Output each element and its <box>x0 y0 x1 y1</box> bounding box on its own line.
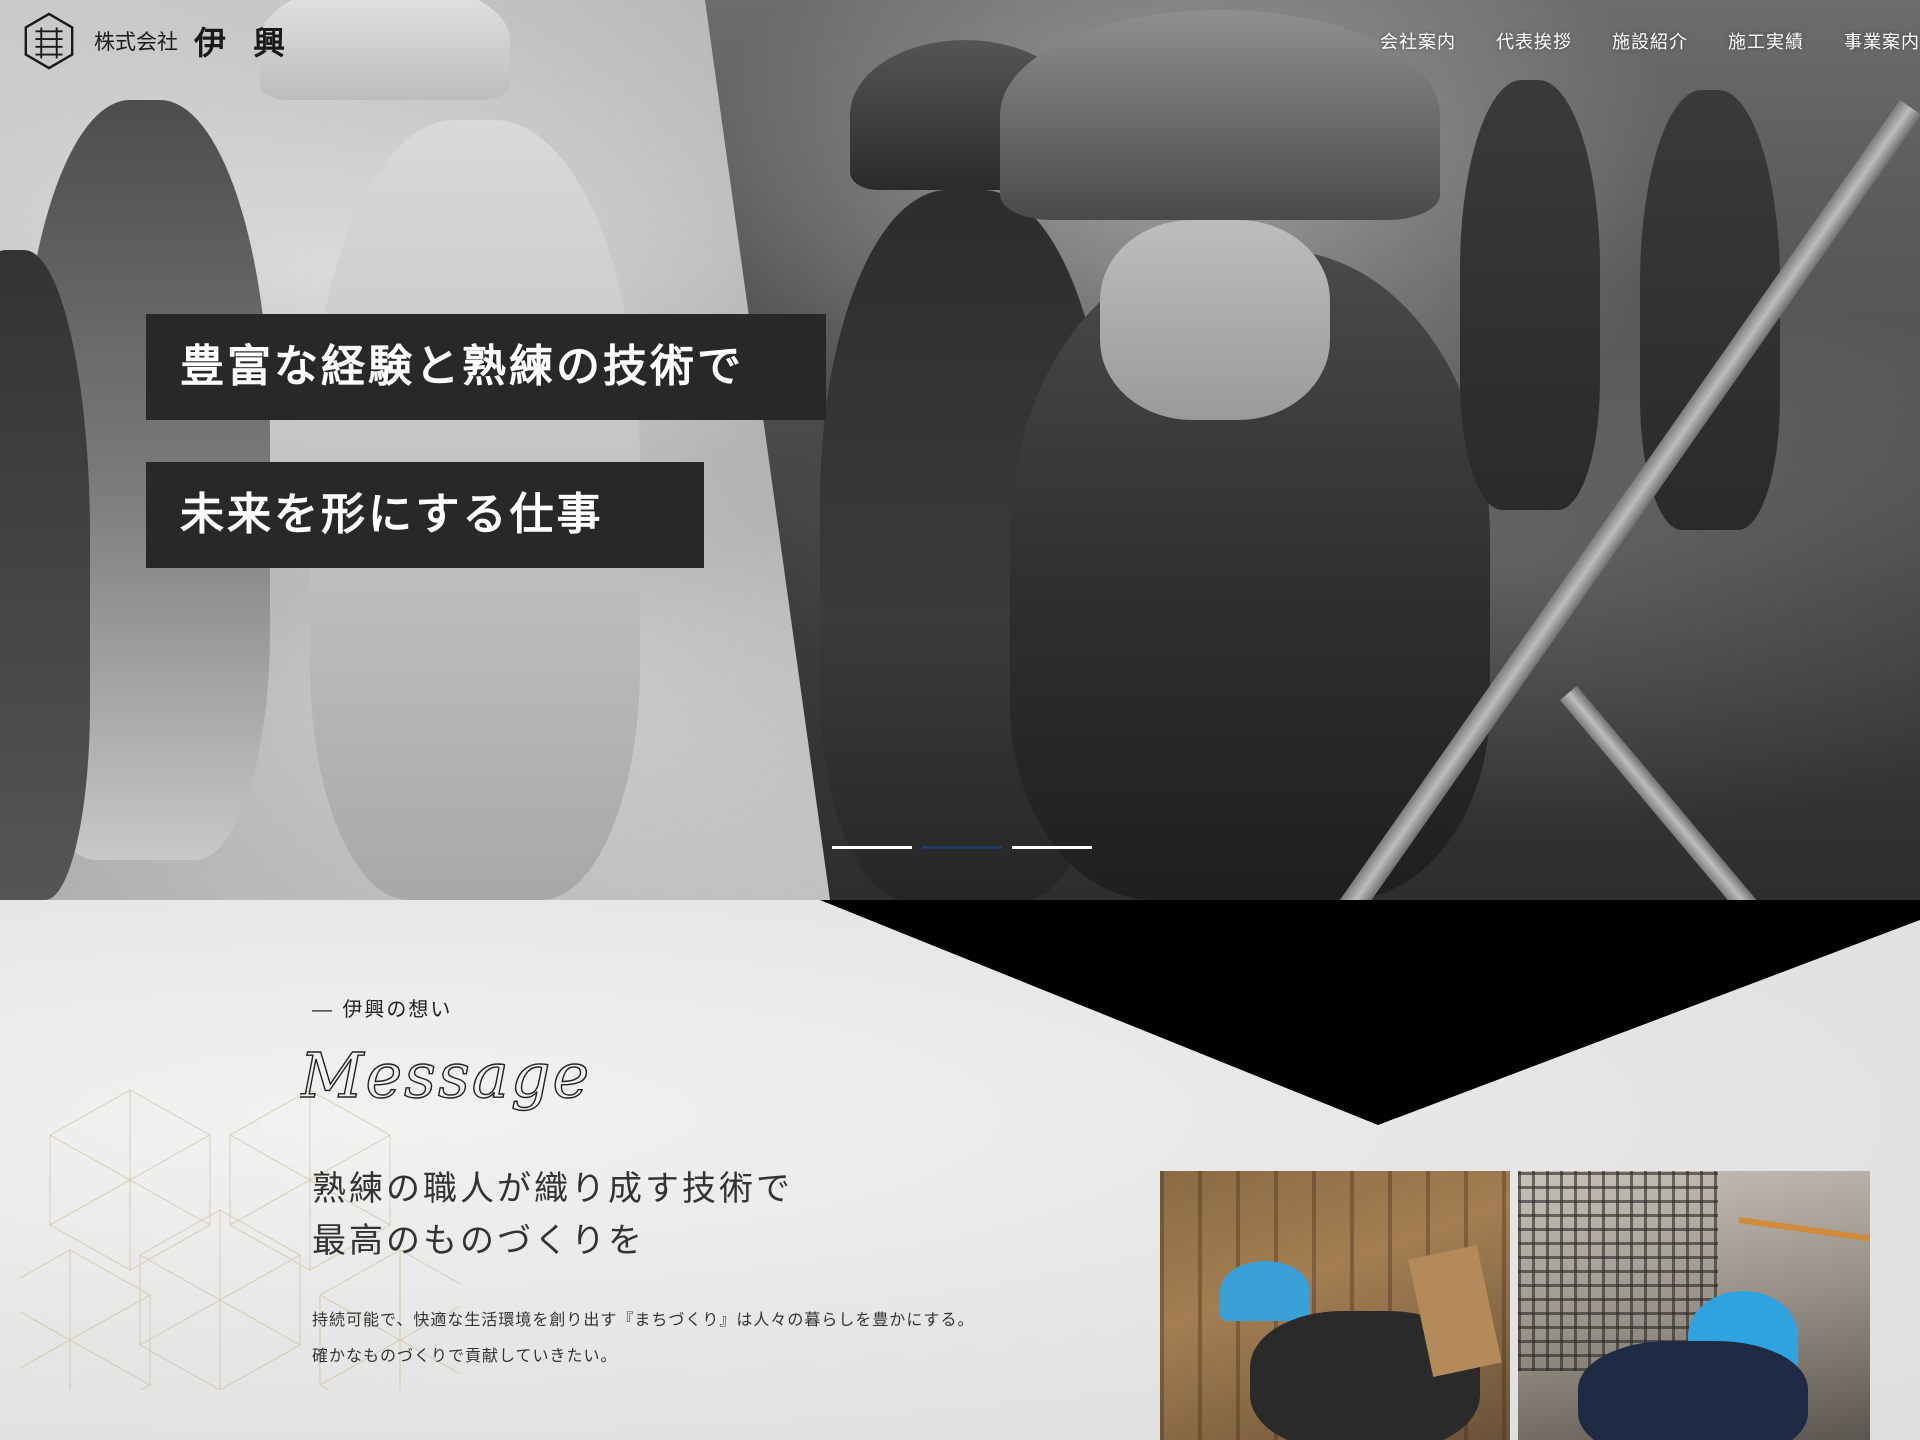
worker-face <box>1100 220 1330 420</box>
slider-dot[interactable] <box>832 846 912 849</box>
hero-catch-line-1: 豊富な経験と熟練の技術で <box>146 314 826 420</box>
global-nav: 会社案内 代表挨拶 施設紹介 施工実績 事業案内 <box>1380 28 1920 54</box>
message-body-line-2: 確かなものづくりで貢献していきたい。 <box>312 1346 618 1365</box>
nav-item-facilities[interactable]: 施設紹介 <box>1612 28 1688 54</box>
nav-item-business[interactable]: 事業案内 <box>1844 28 1920 54</box>
nav-item-works[interactable]: 施工実績 <box>1728 28 1804 54</box>
work-photo-1 <box>1160 1171 1510 1440</box>
building-emblem-icon <box>24 12 74 70</box>
hero-slider: 株式会社 伊 興 会社案内 代表挨拶 施設紹介 施工実績 事業案内 豊富な経験と… <box>0 0 1920 900</box>
company-logo[interactable]: 株式会社 伊 興 <box>20 12 293 70</box>
slider-pagination <box>832 846 1092 849</box>
message-title: 熟練の職人が織り成す技術で 最高のものづくりを <box>312 1163 793 1267</box>
message-body-line-1: 持続可能で、快適な生活環境を創り出す『まちづくり』は人々の暮らしを豊かにする。 <box>312 1310 975 1329</box>
slider-dot[interactable] <box>1012 846 1092 849</box>
message-body: 持続可能で、快適な生活環境を創り出す『まちづくり』は人々の暮らしを豊かにする。 … <box>312 1302 975 1374</box>
hero-catch-line-2: 未来を形にする仕事 <box>146 462 704 568</box>
company-name: 伊 興 <box>194 24 294 62</box>
nav-item-company[interactable]: 会社案内 <box>1380 28 1456 54</box>
company-prefix: 株式会社 <box>94 30 178 54</box>
message-title-line-2: 最高のものづくりを <box>312 1221 645 1261</box>
message-title-line-1: 熟練の職人が織り成す技術で <box>312 1169 793 1209</box>
hard-hat <box>1000 10 1440 220</box>
worker-figure <box>1460 80 1600 510</box>
section-label: ― 伊興の想い <box>312 997 453 1021</box>
slider-dot-active[interactable] <box>922 846 1002 849</box>
work-photo-2 <box>1518 1171 1870 1440</box>
nav-item-greeting[interactable]: 代表挨拶 <box>1496 28 1572 54</box>
message-script-text: Message <box>300 1039 591 1112</box>
message-script-title: Message <box>300 1038 591 1112</box>
